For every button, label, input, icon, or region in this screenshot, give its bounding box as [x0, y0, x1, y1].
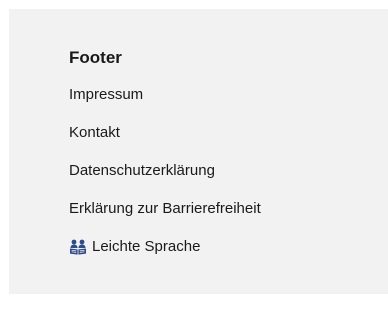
footer-nav: Footer Impressum Kontakt Datenschutzerkl… — [69, 47, 261, 271]
footer-link-list: Impressum Kontakt Datenschutzerklärung E… — [69, 81, 261, 261]
impressum-link[interactable]: Impressum — [69, 85, 143, 105]
list-item: Leichte Sprache — [69, 233, 261, 261]
footer-heading: Footer — [69, 48, 122, 67]
list-item: Kontakt — [69, 119, 261, 147]
footer-panel: Footer Impressum Kontakt Datenschutzerkl… — [9, 9, 388, 294]
list-item: Datenschutzerklärung — [69, 157, 261, 185]
barrierefreiheit-link[interactable]: Erklärung zur Barrierefreiheit — [69, 199, 261, 219]
easy-language-icon — [69, 239, 87, 255]
kontakt-link[interactable]: Kontakt — [69, 123, 120, 143]
list-item: Erklärung zur Barrierefreiheit — [69, 195, 261, 223]
leichte-sprache-link[interactable]: Leichte Sprache — [69, 237, 200, 257]
list-item: Impressum — [69, 81, 261, 109]
datenschutz-link[interactable]: Datenschutzerklärung — [69, 161, 215, 181]
leichte-sprache-label: Leichte Sprache — [92, 238, 201, 255]
